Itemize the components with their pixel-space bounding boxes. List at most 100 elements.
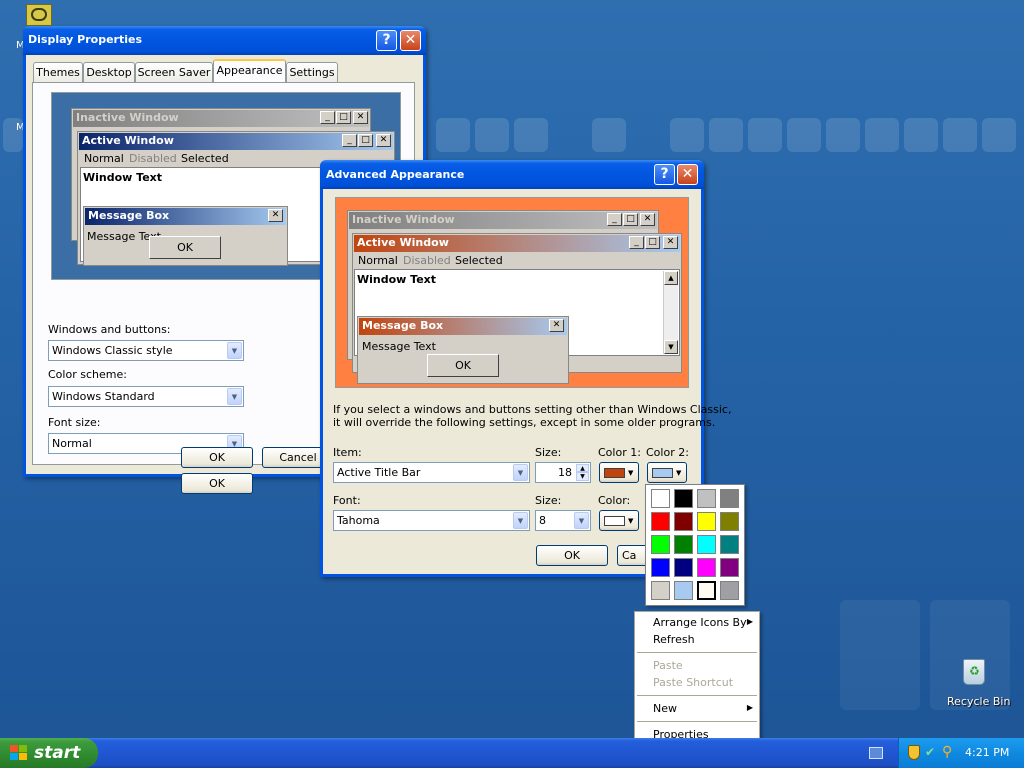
menu-separator	[637, 695, 757, 696]
color-swatch[interactable]	[720, 535, 739, 554]
color-swatch[interactable]	[651, 489, 670, 508]
close-icon: ✕	[353, 111, 368, 124]
clock[interactable]: 4:21 PM	[965, 746, 1009, 759]
color-scheme-select[interactable]: Windows Standard ▼	[48, 386, 244, 407]
color1-button[interactable]: ▼	[599, 462, 639, 483]
desktop-decoration	[840, 600, 920, 710]
my-computer-icon[interactable]	[26, 4, 52, 26]
font-color-button[interactable]: ▼	[599, 510, 639, 531]
desktop-decoration	[436, 118, 470, 152]
info-text-line-1: If you select a windows and buttons sett…	[333, 403, 732, 416]
close-icon: ✕	[549, 319, 564, 332]
color-swatch[interactable]	[674, 581, 693, 600]
close-button[interactable]: ✕	[400, 30, 421, 51]
ok-button[interactable]: OK	[181, 447, 253, 468]
color-swatch[interactable]	[696, 580, 717, 601]
maximize-icon: □	[645, 236, 660, 249]
spin-up-icon[interactable]: ▲	[576, 464, 589, 472]
window-title: Advanced Appearance	[326, 168, 465, 181]
menu-item-new[interactable]: New	[653, 702, 677, 715]
color2-swatch	[652, 468, 673, 478]
chevron-down-icon[interactable]: ▼	[227, 388, 242, 405]
menu-item-arrange-icons-by[interactable]: Arrange Icons By	[653, 616, 747, 629]
font-size-value: Normal	[52, 437, 92, 450]
font-size-select[interactable]: 8 ▼	[535, 510, 591, 531]
color1-swatch	[604, 468, 625, 478]
tab-appearance[interactable]: Appearance	[213, 59, 286, 82]
item-label: Item:	[333, 446, 362, 459]
minimize-icon: _	[629, 236, 644, 249]
recycle-bin-label[interactable]: Recycle Bin	[947, 695, 1010, 708]
maximize-icon: □	[358, 134, 373, 147]
desktop-decoration	[514, 118, 548, 152]
windows-logo-icon	[10, 745, 28, 761]
windows-buttons-value: Windows Classic style	[52, 344, 173, 357]
preview-ok-button: OK	[149, 236, 221, 259]
search-icon[interactable]: ⚲	[942, 744, 958, 760]
color-swatch[interactable]	[720, 558, 739, 577]
shield-icon[interactable]	[908, 745, 920, 760]
color-swatch[interactable]	[674, 558, 693, 577]
desktop-decoration	[982, 118, 1016, 152]
color-swatch[interactable]	[697, 489, 716, 508]
network-icon[interactable]: ✔	[925, 745, 940, 760]
chevron-down-icon: ▼	[676, 469, 682, 477]
title-bar[interactable]: Display Properties ? ✕	[23, 26, 426, 55]
color-swatch[interactable]	[651, 558, 670, 577]
chevron-down-icon[interactable]: ▼	[513, 512, 528, 529]
start-label: start	[34, 743, 81, 763]
ok-button[interactable]: OK	[536, 545, 608, 566]
color2-button[interactable]: ▼	[647, 462, 687, 483]
help-button[interactable]: ?	[654, 164, 675, 185]
minimize-icon: _	[342, 134, 357, 147]
preview-message-box: Message Box ✕ Message Text OK	[357, 316, 569, 384]
desktop-decoration	[670, 118, 704, 152]
color-swatch[interactable]	[674, 535, 693, 554]
color-swatch[interactable]	[697, 558, 716, 577]
color-swatch[interactable]	[674, 512, 693, 531]
color-swatch[interactable]	[651, 512, 670, 531]
color-swatch[interactable]	[697, 535, 716, 554]
minimize-icon: _	[320, 111, 335, 124]
spin-down-icon[interactable]: ▼	[576, 472, 589, 481]
tab-themes[interactable]: Themes	[33, 62, 83, 82]
color-swatch[interactable]	[651, 581, 670, 600]
chevron-down-icon[interactable]: ▼	[574, 512, 589, 529]
desktop-decoration	[826, 118, 860, 152]
help-button[interactable]: ?	[376, 30, 397, 51]
desktop-decoration	[930, 600, 1010, 710]
font-color-swatch	[604, 516, 625, 526]
menu-item-paste: Paste	[653, 659, 683, 672]
font-color-label: Color:	[598, 494, 631, 507]
color-scheme-value: Windows Standard	[52, 390, 155, 403]
color-swatch[interactable]	[674, 489, 693, 508]
font-select[interactable]: Tahoma ▼	[333, 510, 530, 531]
tab-settings[interactable]: Settings	[286, 62, 338, 82]
chevron-down-icon[interactable]: ▼	[227, 342, 242, 359]
color-swatch[interactable]	[651, 535, 670, 554]
color-scheme-label: Color scheme:	[48, 368, 127, 381]
color-swatch[interactable]	[720, 489, 739, 508]
color-swatch[interactable]	[697, 512, 716, 531]
clock-icon	[31, 8, 47, 21]
close-button[interactable]: ✕	[677, 164, 698, 185]
menu-item-refresh[interactable]: Refresh	[653, 633, 695, 646]
recycle-bin-icon[interactable]: ♻	[960, 657, 988, 687]
windows-buttons-select[interactable]: Windows Classic style ▼	[48, 340, 244, 361]
color-swatch[interactable]	[720, 581, 739, 600]
start-button[interactable]: start	[0, 738, 98, 768]
tab-screen-saver[interactable]: Screen Saver	[135, 62, 213, 82]
tab-desktop[interactable]: Desktop	[83, 62, 135, 82]
item-select[interactable]: Active Title Bar ▼	[333, 462, 530, 483]
keyboard-icon[interactable]	[869, 747, 883, 759]
desktop-decoration	[904, 118, 938, 152]
title-bar[interactable]: Advanced Appearance ? ✕	[320, 160, 704, 189]
size-label: Size:	[535, 446, 562, 459]
chevron-down-icon[interactable]: ▼	[513, 464, 528, 481]
preview-menu-disabled: Disabled	[129, 152, 177, 165]
size-spinner[interactable]: 18 ▲ ▼	[535, 462, 591, 483]
color-swatch[interactable]	[720, 512, 739, 531]
ok-button[interactable]: OK	[181, 473, 253, 494]
preview-menu-normal: Normal	[358, 254, 398, 267]
color2-label: Color 2:	[646, 446, 689, 459]
